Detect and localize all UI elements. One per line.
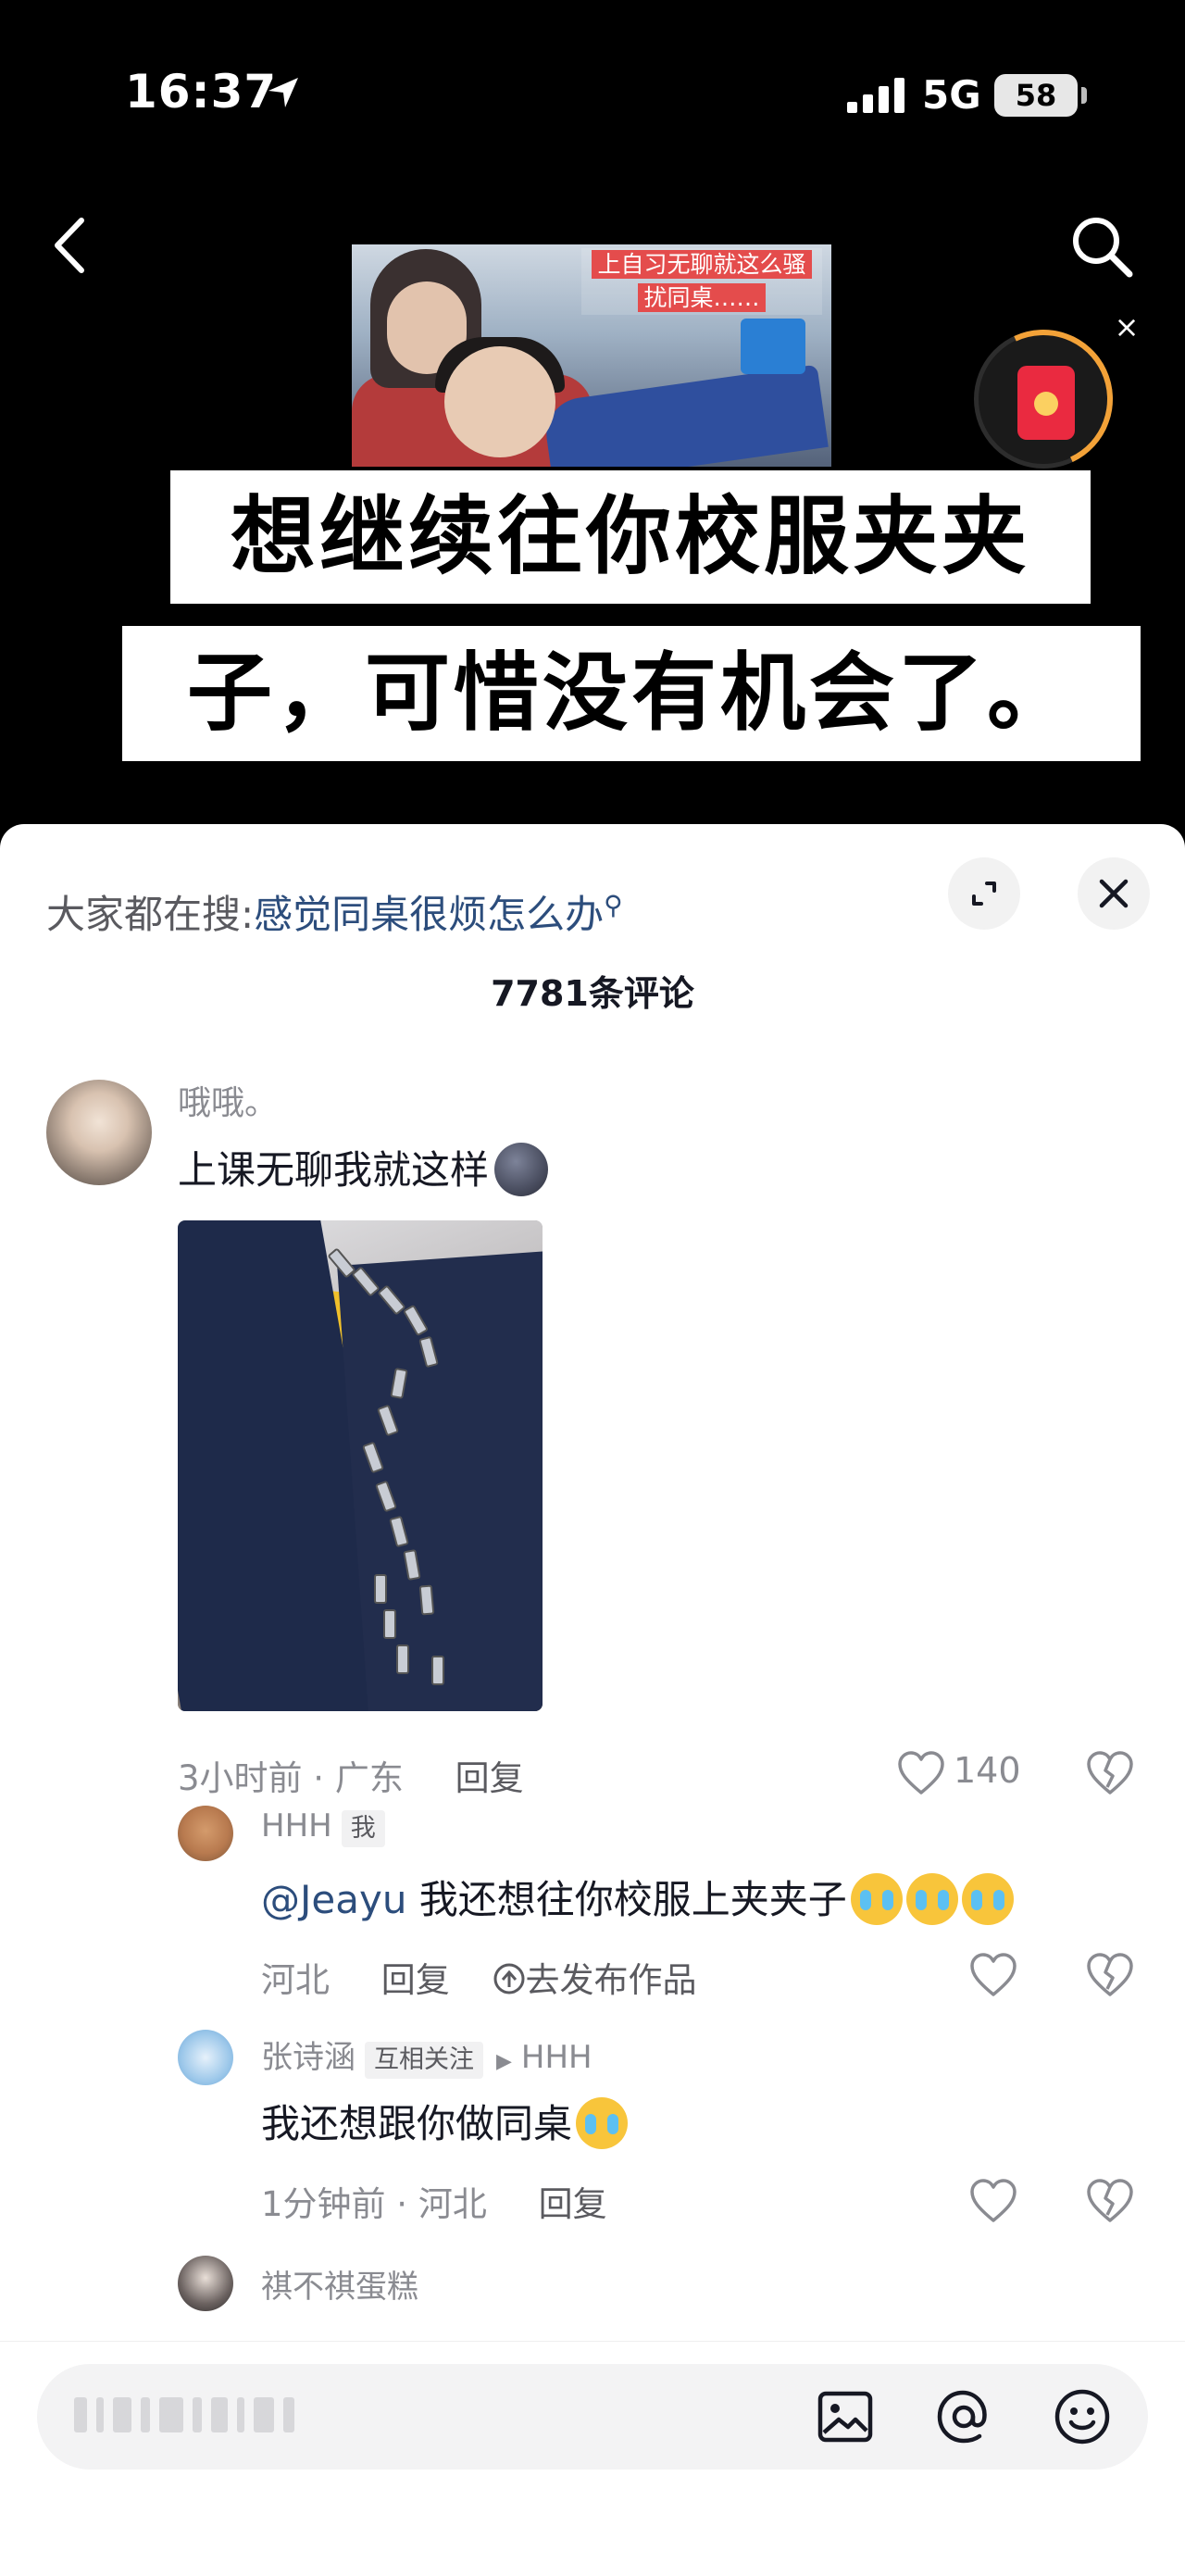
status-bar: 16:37 5G 58 xyxy=(0,0,1185,185)
reply-to-username[interactable]: HHH xyxy=(521,2039,592,2076)
red-envelope-seal-icon xyxy=(1034,392,1058,416)
comment-count: 7781条评论 xyxy=(491,973,694,1014)
avatar[interactable] xyxy=(178,1806,233,1861)
red-packet-widget[interactable] xyxy=(954,309,1133,489)
paper-clip-mark xyxy=(383,1609,396,1639)
reply-text-content: 我还想跟你做同桌 xyxy=(261,2101,573,2146)
reply-location: 河北 xyxy=(261,1960,330,2000)
mutual-follow-badge: 互相关注 xyxy=(365,2042,483,2079)
video-thumbnail: 上自习无聊就这么骚 扰同桌…… xyxy=(352,244,831,467)
comment-username[interactable]: 哦哦。 xyxy=(178,1076,278,1124)
video-subtitle-line1: 想继续往你校服夹夹 xyxy=(170,470,1091,604)
paper-clip-mark xyxy=(431,1656,444,1685)
reply-meta: 河北 回复 去发布作品 xyxy=(261,1952,697,2002)
trending-search-hint[interactable]: 大家都在搜:感觉同桌很烦怎么办⚲ xyxy=(46,883,623,940)
video-subtitle-line2: 子，可惜没有机会了。 xyxy=(122,626,1141,761)
expand-icon xyxy=(972,882,996,906)
comment-text: 上课无聊我就这样 xyxy=(178,1139,549,1200)
crying-emoji-icon xyxy=(850,1872,903,1925)
moon-emoji-icon xyxy=(494,1142,549,1196)
publish-work-label: 去发布作品 xyxy=(525,1960,697,2000)
close-button[interactable] xyxy=(1078,857,1150,930)
search-icon[interactable] xyxy=(1065,209,1139,283)
close-icon xyxy=(1099,879,1129,908)
back-arrow-icon[interactable] xyxy=(46,213,93,278)
mention-link[interactable]: @Jeayu xyxy=(261,1877,406,1922)
blur-block xyxy=(96,2397,104,2432)
paper-clip-mark xyxy=(418,1584,435,1616)
battery-indicator: 58 xyxy=(994,74,1078,117)
red-packet-close-button[interactable]: × xyxy=(1111,311,1142,343)
blur-block xyxy=(113,2397,131,2432)
thumbnail-caption-line2: 扰同桌…… xyxy=(638,283,766,312)
broken-heart-icon[interactable] xyxy=(1085,2178,1135,2224)
reply-meta: 1分钟前 · 河北 回复 xyxy=(261,2176,607,2226)
reply-text-content: 我还想往你校服上夹夹子 xyxy=(406,1877,847,1922)
reply-to-arrow-icon: ▶ xyxy=(496,2050,512,2073)
crying-emoji-icon xyxy=(905,1872,958,1925)
thumbnail-figure xyxy=(741,319,805,374)
avatar[interactable] xyxy=(178,2256,233,2311)
photo-jacket-right xyxy=(337,1250,543,1711)
image-icon[interactable] xyxy=(813,2384,878,2449)
thumbnail-caption-line1: 上自习无聊就这么骚 xyxy=(592,250,812,279)
crying-emoji-icon xyxy=(576,2096,629,2149)
thumbnail-figure xyxy=(444,346,555,457)
comment-input-area xyxy=(0,2341,1185,2576)
thumbnail-figure xyxy=(542,364,829,467)
smiley-icon[interactable] xyxy=(1050,2384,1115,2449)
paper-clip-mark xyxy=(396,1644,409,1674)
battery-tip xyxy=(1081,87,1087,104)
signal-bars-icon xyxy=(847,78,904,113)
comment-text-content: 上课无聊我就这样 xyxy=(178,1147,490,1193)
blurred-placeholder xyxy=(74,2397,380,2436)
expand-button[interactable] xyxy=(948,857,1020,930)
broken-heart-icon[interactable] xyxy=(1085,1952,1135,1998)
blur-block xyxy=(193,2397,202,2432)
trending-search-keyword[interactable]: 感觉同桌很烦怎么办 xyxy=(254,892,604,937)
reply-text: 我还想跟你做同桌 xyxy=(261,2093,629,2153)
crying-emoji-icon xyxy=(961,1872,1014,1925)
paper-clip-mark xyxy=(374,1574,387,1604)
network-type: 5G xyxy=(922,72,981,118)
reply-username-row: HHH 我 xyxy=(261,1807,385,1847)
upload-circle-icon xyxy=(493,1963,525,1995)
reply-username-row: 张诗涵 互相关注 ▶ HHH xyxy=(261,2032,592,2079)
reply-button[interactable]: 回复 xyxy=(381,1960,450,2000)
publish-work-button[interactable]: 去发布作品 xyxy=(493,1960,697,2000)
comment-sheet: 大家都在搜:感觉同桌很烦怎么办⚲ 7781条评论 哦哦。 上课无聊我就这样 3小… xyxy=(0,824,1185,2576)
reply-username[interactable]: 祺不祺蛋糕 xyxy=(261,2261,418,2307)
me-badge: 我 xyxy=(341,1810,385,1847)
comment-time-location: 3小时前 · 广东 xyxy=(178,1758,404,1798)
status-time: 16:37 xyxy=(125,65,278,119)
comment-input[interactable] xyxy=(37,2364,1148,2470)
comment-meta: 3小时前 · 广东 回复 xyxy=(178,1750,524,1800)
blur-block xyxy=(159,2397,183,2432)
reply-button[interactable]: 回复 xyxy=(539,2184,607,2224)
avatar[interactable] xyxy=(178,2030,233,2085)
location-arrow-icon xyxy=(268,78,298,107)
blur-block xyxy=(254,2397,274,2432)
blur-block xyxy=(211,2397,228,2432)
mini-search-icon: ⚲ xyxy=(604,890,623,920)
blur-block xyxy=(74,2397,87,2432)
broken-heart-icon[interactable] xyxy=(1085,1750,1135,1796)
reply-button[interactable]: 回复 xyxy=(455,1758,524,1798)
trending-search-prefix: 大家都在搜: xyxy=(46,892,255,937)
comment-image[interactable] xyxy=(178,1220,543,1711)
blur-block xyxy=(283,2397,294,2432)
reply-time-location: 1分钟前 · 河北 xyxy=(261,2184,487,2224)
at-icon[interactable] xyxy=(931,2384,996,2449)
avatar[interactable] xyxy=(46,1080,152,1185)
reply-text: @Jeayu 我还想往你校服上夹夹子 xyxy=(261,1869,1014,1929)
reply-username[interactable]: HHH xyxy=(261,1807,332,1844)
heart-icon[interactable] xyxy=(968,1952,1018,1998)
thumbnail-caption: 上自习无聊就这么骚 扰同桌…… xyxy=(581,248,822,315)
heart-icon[interactable] xyxy=(968,2178,1018,2224)
blur-block xyxy=(237,2397,244,2432)
heart-icon[interactable] xyxy=(896,1750,946,1796)
blur-block xyxy=(141,2397,150,2432)
like-count: 140 xyxy=(954,1750,1021,1791)
reply-username[interactable]: 张诗涵 xyxy=(261,2039,356,2076)
